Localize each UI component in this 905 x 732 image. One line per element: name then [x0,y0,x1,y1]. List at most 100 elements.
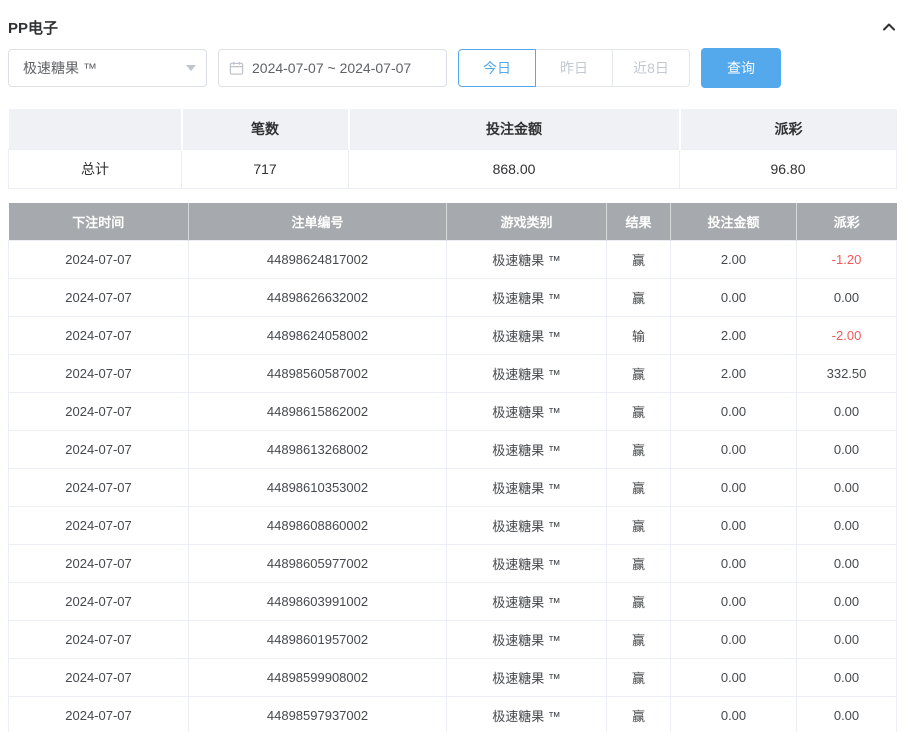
table-cell: 44898626632002 [189,279,447,317]
summary-column-header: 投注金额 [349,109,680,149]
table-cell: 赢 [607,621,671,659]
summary-table: 笔数投注金额派彩 总计717868.0096.80 [8,109,897,189]
table-row: 2024-07-0744898599908002极速糖果 ™赢0.000.00 [9,659,897,697]
summary-total-row: 总计717868.0096.80 [9,149,897,188]
table-cell: 2024-07-07 [9,317,189,355]
table-row: 2024-07-0744898624817002极速糖果 ™赢2.00-1.20 [9,241,897,279]
summary-cell: 868.00 [349,149,680,188]
table-cell: 极速糖果 ™ [447,431,607,469]
table-cell: 赢 [607,659,671,697]
game-select[interactable]: 极速糖果 ™ [8,49,207,87]
table-cell: 44898624817002 [189,241,447,279]
table-cell: 极速糖果 ™ [447,583,607,621]
table-cell: 极速糖果 ™ [447,279,607,317]
summary-cell: 总计 [9,149,182,188]
table-cell: 极速糖果 ™ [447,697,607,732]
table-cell: 0.00 [797,393,897,431]
table-row: 2024-07-0744898610353002极速糖果 ™赢0.000.00 [9,469,897,507]
table-row: 2024-07-0744898603991002极速糖果 ™赢0.000.00 [9,583,897,621]
table-cell: 2024-07-07 [9,431,189,469]
table-cell: 0.00 [671,659,797,697]
table-cell: 2.00 [671,241,797,279]
summary-cell: 717 [182,149,349,188]
column-header: 投注金额 [671,203,797,241]
table-cell: 44898560587002 [189,355,447,393]
table-cell: 极速糖果 ™ [447,659,607,697]
table-cell: 0.00 [671,697,797,732]
table-cell: 0.00 [797,469,897,507]
table-cell: 0.00 [797,507,897,545]
table-cell: 极速糖果 ™ [447,469,607,507]
table-cell: 赢 [607,393,671,431]
bets-table-body: 2024-07-0744898624817002极速糖果 ™赢2.00-1.20… [9,241,897,732]
panel-header: PP电子 [8,0,897,48]
table-cell: 0.00 [797,583,897,621]
table-cell: 2024-07-07 [9,279,189,317]
table-cell: 44898608860002 [189,507,447,545]
table-cell: 极速糖果 ™ [447,545,607,583]
quick-range-group: 今日 昨日 近8日 [458,49,690,87]
table-cell: 2024-07-07 [9,621,189,659]
table-cell: -2.00 [797,317,897,355]
column-header: 下注时间 [9,203,189,241]
table-cell: 0.00 [671,583,797,621]
table-cell: 0.00 [671,279,797,317]
today-button[interactable]: 今日 [458,49,536,87]
table-cell: 2.00 [671,355,797,393]
collapse-button[interactable] [881,19,897,35]
table-cell: 2024-07-07 [9,393,189,431]
table-cell: 0.00 [797,279,897,317]
chevron-down-icon [186,65,196,71]
table-cell: 赢 [607,469,671,507]
table-cell: 2024-07-07 [9,659,189,697]
column-header: 结果 [607,203,671,241]
table-cell: 极速糖果 ™ [447,507,607,545]
pp-electronic-panel: PP电子 极速糖果 ™ 2024-07-07 ~ 2024-07-07 [0,0,905,732]
table-cell: 0.00 [797,697,897,732]
table-cell: 44898603991002 [189,583,447,621]
table-cell: 极速糖果 ™ [447,317,607,355]
table-cell: 2024-07-07 [9,507,189,545]
table-cell: 2024-07-07 [9,469,189,507]
table-cell: 输 [607,317,671,355]
table-cell: 332.50 [797,355,897,393]
last-8-days-button[interactable]: 近8日 [612,49,690,87]
table-cell: 44898601957002 [189,621,447,659]
table-cell: 0.00 [671,469,797,507]
table-cell: 赢 [607,697,671,732]
table-cell: 赢 [607,545,671,583]
calendar-icon [229,61,244,76]
table-row: 2024-07-0744898626632002极速糖果 ™赢0.000.00 [9,279,897,317]
table-cell: 2024-07-07 [9,697,189,732]
date-range-value: 2024-07-07 ~ 2024-07-07 [252,60,411,76]
table-cell: -1.20 [797,241,897,279]
bets-table: 下注时间注单编号游戏类别结果投注金额派彩 2024-07-07448986248… [8,203,897,732]
table-cell: 44898624058002 [189,317,447,355]
yesterday-button[interactable]: 昨日 [535,49,613,87]
table-row: 2024-07-0744898560587002极速糖果 ™赢2.00332.5… [9,355,897,393]
table-cell: 44898615862002 [189,393,447,431]
date-range-input[interactable]: 2024-07-07 ~ 2024-07-07 [218,49,447,87]
table-cell: 赢 [607,431,671,469]
search-button[interactable]: 查询 [701,48,781,88]
table-cell: 0.00 [671,621,797,659]
table-row: 2024-07-0744898601957002极速糖果 ™赢0.000.00 [9,621,897,659]
column-header: 注单编号 [189,203,447,241]
table-row: 2024-07-0744898605977002极速糖果 ™赢0.000.00 [9,545,897,583]
table-cell: 赢 [607,241,671,279]
table-row: 2024-07-0744898597937002极速糖果 ™赢0.000.00 [9,697,897,732]
table-cell: 2024-07-07 [9,545,189,583]
summary-column-header [9,109,182,149]
column-header: 派彩 [797,203,897,241]
table-cell: 0.00 [797,545,897,583]
table-cell: 极速糖果 ™ [447,393,607,431]
table-row: 2024-07-0744898624058002极速糖果 ™输2.00-2.00 [9,317,897,355]
table-cell: 极速糖果 ™ [447,621,607,659]
table-row: 2024-07-0744898608860002极速糖果 ™赢0.000.00 [9,507,897,545]
table-cell: 44898610353002 [189,469,447,507]
table-cell: 44898599908002 [189,659,447,697]
table-cell: 44898605977002 [189,545,447,583]
table-cell: 0.00 [797,659,897,697]
table-cell: 赢 [607,583,671,621]
page-title: PP电子 [8,17,58,38]
